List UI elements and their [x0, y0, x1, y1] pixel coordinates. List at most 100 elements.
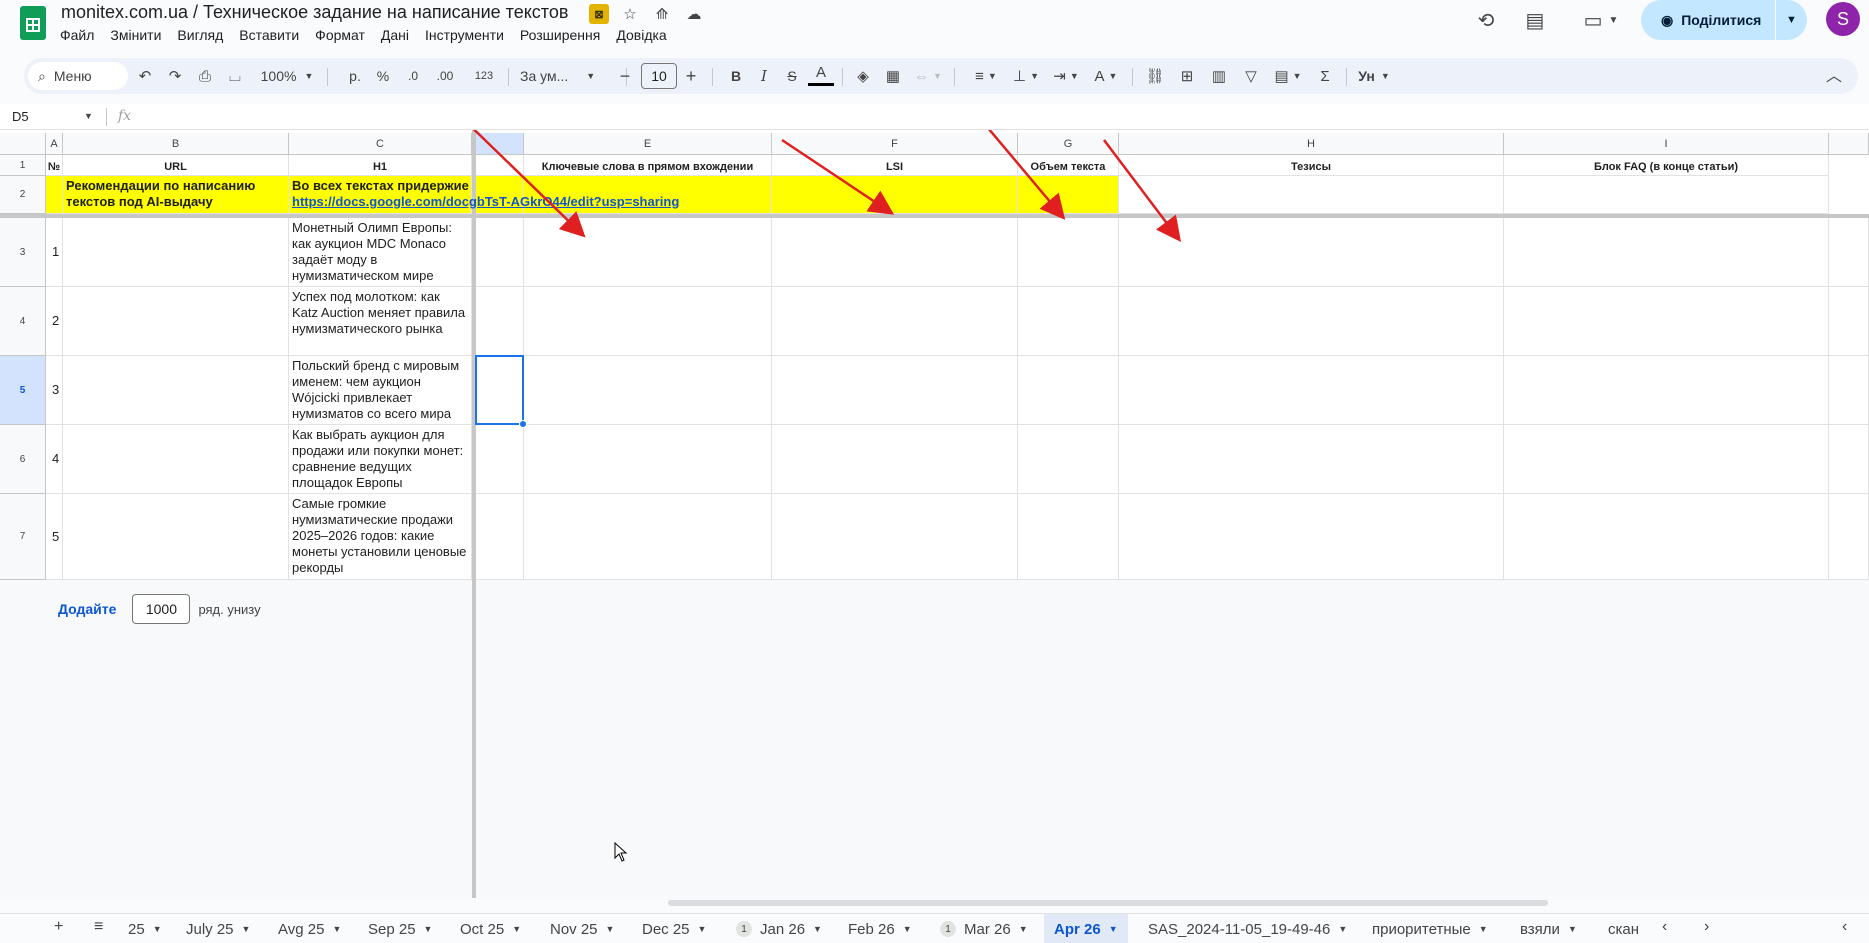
document-title[interactable]: monitex.com.ua / Техническое задание на …	[61, 2, 568, 23]
cell-h1[interactable]: Тезисы	[1119, 155, 1504, 176]
menu-format[interactable]: Формат	[307, 26, 373, 44]
sheet-tab-menu-icon[interactable]: ▼	[1479, 924, 1488, 934]
grid-cell[interactable]	[1119, 356, 1504, 425]
grid-cell[interactable]	[772, 218, 1018, 287]
undo-icon[interactable]: ↶	[132, 62, 158, 90]
horizontal-align-icon[interactable]: ≡ ▼	[968, 62, 1004, 90]
row-header-5[interactable]: 5	[0, 356, 46, 425]
sheet-tab[interactable]: скан	[1598, 914, 1649, 943]
grid-cell[interactable]	[1504, 356, 1829, 425]
decrease-decimal-button[interactable]: .0	[400, 62, 426, 90]
insert-link-icon[interactable]: ⛓	[1142, 62, 1168, 90]
sheet-tab[interactable]: Sep 25 ▼	[358, 914, 442, 943]
filter-icon[interactable]: ▽	[1238, 62, 1264, 90]
cell-c4[interactable]: Успех под молотком: как Katz Auction мен…	[289, 287, 472, 356]
star-icon[interactable]: ☆	[620, 4, 640, 24]
font-size-decrease-icon[interactable]: −	[614, 62, 636, 90]
select-all-corner[interactable]	[0, 133, 46, 155]
column-header-b[interactable]: B	[63, 133, 289, 155]
grid-cell[interactable]	[476, 494, 524, 580]
cell-b6[interactable]	[63, 425, 289, 494]
grid-cell[interactable]	[772, 356, 1018, 425]
insert-chart-icon[interactable]: ▥	[1206, 62, 1232, 90]
scroll-tabs-right-icon[interactable]: ›	[1704, 918, 1709, 936]
menu-insert[interactable]: Вставити	[231, 26, 307, 44]
column-header-a[interactable]: A	[46, 133, 63, 155]
sheet-tab[interactable]: Avg 25 ▼	[268, 914, 351, 943]
insert-comment-icon[interactable]: ⊞	[1174, 62, 1200, 90]
bold-icon[interactable]: B	[724, 62, 748, 90]
row-header-6[interactable]: 6	[0, 425, 46, 494]
meet-camera-icon[interactable]: ▭ ▼	[1576, 6, 1626, 34]
cell-e1[interactable]: Ключевые слова в прямом вхождении	[524, 155, 772, 176]
frozen-columns-divider[interactable]	[472, 130, 476, 898]
grid-cell[interactable]	[476, 425, 524, 494]
sheet-tab-menu-icon[interactable]: ▼	[1109, 924, 1118, 934]
sheet-tab[interactable]: приоритетные ▼	[1362, 914, 1498, 943]
strikethrough-icon[interactable]: S	[780, 62, 804, 90]
sheet-tab-menu-icon[interactable]: ▼	[606, 924, 615, 934]
row-header-7[interactable]: 7	[0, 494, 46, 580]
italic-icon[interactable]: I	[752, 62, 776, 90]
zoom-select[interactable]: 100% ▼	[256, 62, 318, 90]
cell-b5[interactable]	[63, 356, 289, 425]
row-header-4[interactable]: 4	[0, 287, 46, 356]
column-header-d[interactable]	[476, 133, 524, 155]
cell-f2[interactable]	[772, 176, 1018, 214]
sheets-logo[interactable]	[20, 6, 46, 40]
menu-edit[interactable]: Змінити	[102, 26, 169, 44]
add-rows-count-input[interactable]	[132, 594, 191, 624]
text-wrap-icon[interactable]: ⇥ ▼	[1048, 62, 1084, 90]
grid-cell[interactable]	[1119, 425, 1504, 494]
cell-c1[interactable]: H1	[289, 155, 472, 176]
sheet-tab[interactable]: 25 ▼	[118, 914, 172, 943]
merge-cells-icon[interactable]: ⇔ ▼	[910, 62, 946, 90]
vertical-align-icon[interactable]: ⊥ ▼	[1008, 62, 1044, 90]
cell-a1[interactable]: №	[46, 155, 63, 176]
version-history-icon[interactable]: ⟲	[1471, 6, 1501, 34]
cell-i1[interactable]: Блок FAQ (в конце статьи)	[1504, 155, 1829, 176]
sheet-tab[interactable]: взяли ▼	[1510, 914, 1587, 943]
grid-cell[interactable]	[772, 494, 1018, 580]
share-dropdown-icon[interactable]: ▼	[1775, 0, 1807, 40]
sheet-tab[interactable]: Nov 25 ▼	[540, 914, 624, 943]
grid-cell[interactable]	[1504, 287, 1829, 356]
input-tools-icon[interactable]: Ун ▼	[1354, 62, 1394, 90]
grid-cell[interactable]	[524, 494, 772, 580]
cell-b2[interactable]: Рекомендации по написанию текстов под AI…	[63, 176, 289, 214]
sheet-tab[interactable]: July 25 ▼	[176, 914, 260, 943]
sheet-tab[interactable]: Oct 25 ▼	[450, 914, 531, 943]
grid-cell[interactable]	[1018, 425, 1119, 494]
row-header-2[interactable]: 2	[0, 176, 46, 214]
column-header-i[interactable]: I	[1504, 133, 1829, 155]
column-header-h[interactable]: H	[1119, 133, 1504, 155]
menu-file[interactable]: Файл	[52, 26, 102, 44]
functions-icon[interactable]: Σ	[1312, 62, 1338, 90]
menu-extensions[interactable]: Розширення	[512, 26, 608, 44]
menu-help[interactable]: Довідка	[608, 26, 674, 44]
redo-icon[interactable]: ↷	[162, 62, 188, 90]
collapse-toolbar-icon[interactable]: ︿	[1826, 62, 1842, 86]
column-header-j[interactable]	[1829, 133, 1869, 155]
cell-a6[interactable]: 4	[46, 425, 63, 494]
grid-cell[interactable]	[524, 425, 772, 494]
cell-a4[interactable]: 2	[46, 287, 63, 356]
cell-c5[interactable]: Польский бренд с мировым именем: чем аук…	[289, 356, 472, 425]
cell-b1[interactable]: URL	[63, 155, 289, 176]
filter-views-icon[interactable]: ▤ ▼	[1268, 62, 1308, 90]
cell-c6[interactable]: Как выбрать аукцион для продажи или поку…	[289, 425, 472, 494]
name-box[interactable]: D5	[12, 109, 29, 124]
grid-cell[interactable]	[1829, 494, 1869, 580]
sheet-tab-menu-icon[interactable]: ▼	[813, 924, 822, 934]
menu-tools[interactable]: Інструменти	[417, 26, 512, 44]
font-family-select[interactable]: За ум... ▼	[520, 62, 620, 90]
name-box-dropdown-icon[interactable]: ▼	[84, 111, 93, 121]
sheet-tab-menu-icon[interactable]: ▼	[903, 924, 912, 934]
sheet-tab-menu-icon[interactable]: ▼	[1568, 924, 1577, 934]
add-rows-button[interactable]: Додайте	[58, 601, 116, 617]
grid-cell[interactable]	[524, 287, 772, 356]
cell-c2[interactable]: Во всех текстах придержие https://docs.g…	[289, 176, 679, 214]
sheet-tab-menu-icon[interactable]: ▼	[698, 924, 707, 934]
cell-a5[interactable]: 3	[46, 356, 63, 425]
cloud-status-icon[interactable]: ☁	[684, 4, 704, 24]
